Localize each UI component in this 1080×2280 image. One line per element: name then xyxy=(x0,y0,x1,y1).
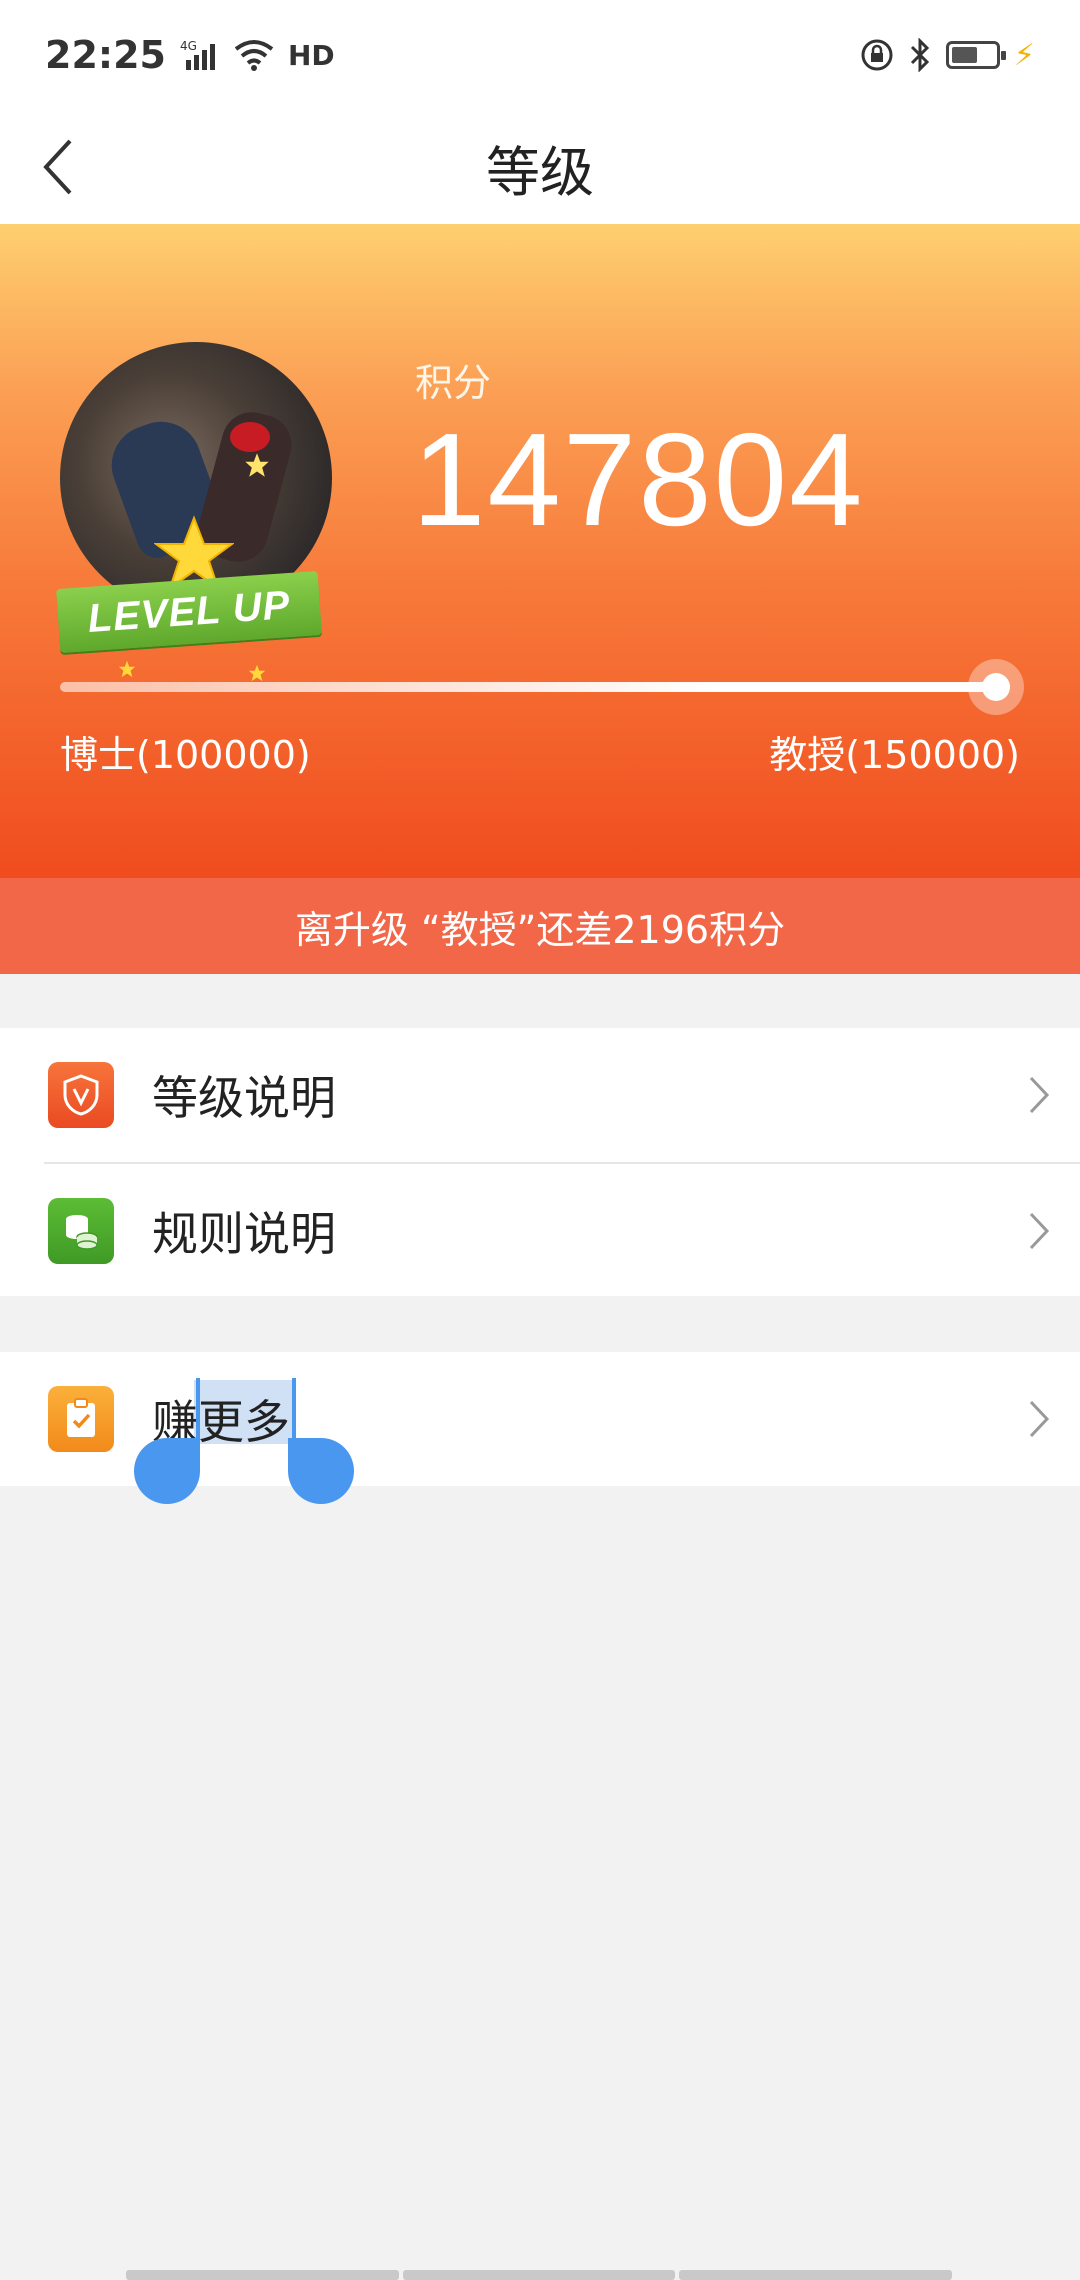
level-hero: LEVEL UP 积分 147804 博士(100000) 教授(150000) xyxy=(0,224,1080,878)
chevron-right-icon xyxy=(1029,1212,1050,1250)
progress-fill xyxy=(60,682,997,692)
network-type: 4G xyxy=(180,39,197,53)
selection-handle-start[interactable] xyxy=(134,1438,200,1504)
signal-icon: 4G xyxy=(180,38,220,72)
menu-item-rules-description[interactable]: 规则说明 xyxy=(0,1164,1080,1298)
wifi-icon xyxy=(234,39,274,71)
menu-item-label: 等级说明 xyxy=(152,1071,336,1125)
status-left: 22:25 4G HD xyxy=(45,33,335,77)
score-value: 147804 xyxy=(412,406,865,553)
avatar-badge[interactable]: LEVEL UP xyxy=(56,342,338,682)
bluetooth-icon xyxy=(908,38,932,72)
gesture-segment[interactable] xyxy=(402,2270,676,2280)
status-right: ⚡ xyxy=(860,38,1035,73)
battery-icon xyxy=(945,41,1006,69)
chevron-right-icon xyxy=(1029,1076,1050,1114)
clipboard-check-icon xyxy=(48,1386,114,1452)
level-progress-bar xyxy=(60,659,1025,715)
page-title: 等级 xyxy=(486,140,594,204)
selection-handle-end[interactable] xyxy=(288,1438,354,1504)
menu-item-level-description[interactable]: 等级说明 xyxy=(0,1028,1080,1162)
charging-icon: ⚡ xyxy=(1013,37,1035,73)
current-level-label: 博士(100000) xyxy=(60,733,311,777)
small-star-icon xyxy=(245,453,269,477)
next-level-label: 教授(150000) xyxy=(769,733,1020,777)
chevron-right-icon xyxy=(1029,1400,1050,1438)
upgrade-tip-text: 离升级 “教授”还差2196积分 xyxy=(294,907,786,952)
shield-v-icon xyxy=(48,1062,114,1128)
hd-icon: HD xyxy=(287,38,335,72)
small-star-icon xyxy=(248,664,266,682)
score-label: 积分 xyxy=(415,361,492,405)
chevron-left-icon xyxy=(43,139,72,195)
back-button[interactable] xyxy=(28,137,88,197)
rotation-lock-icon xyxy=(860,38,894,72)
gesture-segment[interactable] xyxy=(126,2270,399,2280)
menu-item-earn-more[interactable]: 赚更多 xyxy=(0,1352,1080,1504)
gesture-segment[interactable] xyxy=(679,2270,953,2280)
status-bar: 22:25 4G HD ⚡ xyxy=(0,0,1080,110)
menu-group-earn: 赚更多 xyxy=(0,1352,1080,1504)
upgrade-tip-bar: 离升级 “教授”还差2196积分 xyxy=(0,878,1080,974)
small-star-icon xyxy=(118,660,136,678)
status-time: 22:25 xyxy=(45,33,166,77)
gesture-navigation-bar[interactable] xyxy=(126,2270,953,2280)
menu-item-label: 规则说明 xyxy=(152,1207,336,1261)
nav-bar: 等级 xyxy=(0,110,1080,224)
progress-knob xyxy=(968,659,1025,715)
menu-group-info: 等级说明 规则说明 xyxy=(0,1028,1080,1296)
menu-item-label-earn-more[interactable]: 赚更多 xyxy=(134,1378,354,1504)
level-up-badge: LEVEL UP xyxy=(56,570,322,654)
coins-icon xyxy=(48,1198,114,1264)
